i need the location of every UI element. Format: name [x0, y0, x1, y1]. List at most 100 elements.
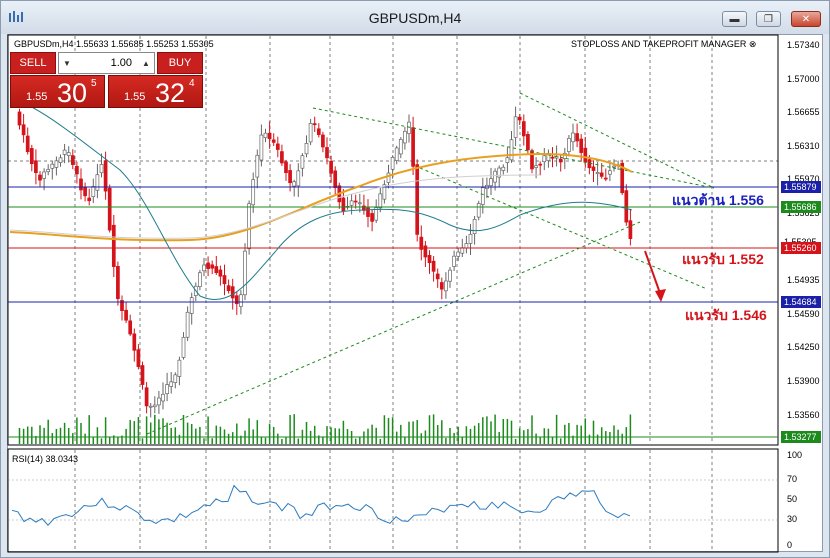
candle-body	[599, 172, 604, 177]
candle-body	[349, 200, 354, 206]
candle-body	[448, 269, 452, 282]
candle-body	[234, 295, 239, 305]
candle-body	[394, 147, 399, 161]
candle-body	[62, 149, 67, 155]
candle-body	[407, 121, 411, 134]
price-axis-label: 1.57000	[787, 73, 820, 84]
candle-body	[198, 272, 202, 287]
candle-body	[251, 179, 256, 206]
candle-body	[370, 213, 374, 222]
candle-body	[169, 381, 174, 387]
candle-body	[136, 349, 141, 367]
candle-body	[357, 202, 362, 205]
sl-tp-manager-label[interactable]: STOPLOSS AND TAKEPROFIT MANAGER ⊗	[571, 39, 756, 50]
candle-body	[70, 155, 75, 165]
candle-body	[284, 161, 288, 174]
trend-line-channel	[419, 167, 708, 290]
candle-body	[177, 359, 182, 377]
lot-increase-icon[interactable]: ▲	[138, 53, 154, 73]
candle-body	[480, 187, 485, 205]
rsi-axis-label: 100	[787, 450, 803, 460]
projection-arrow-line	[644, 250, 662, 297]
candle-body	[304, 142, 309, 155]
candle-body	[165, 384, 169, 394]
candle-body	[17, 111, 22, 126]
price-axis-label: 1.53900	[787, 376, 820, 386]
candle-body	[538, 163, 543, 166]
candle-body	[603, 177, 608, 180]
candle-body	[124, 309, 128, 321]
candle-body	[595, 172, 600, 175]
rsi-axis-label: 50	[787, 494, 798, 504]
lot-value[interactable]: 1.00	[75, 57, 138, 69]
sell-button[interactable]: SELL	[10, 52, 56, 74]
price-axis-label: 1.57340	[787, 40, 820, 50]
rsi-axis-label: 30	[787, 514, 798, 524]
candle-body	[243, 250, 247, 296]
candle-body	[107, 187, 112, 231]
support-low-price-tag: 1.54684	[781, 296, 821, 308]
candle-body	[308, 123, 313, 143]
candle-body	[226, 285, 231, 292]
lot-size-input[interactable]: ▼ 1.00 ▲	[58, 52, 155, 74]
candle-body	[435, 273, 440, 280]
candle-body	[275, 143, 280, 150]
candle-body	[608, 170, 612, 175]
projection-arrow-head	[655, 289, 666, 302]
rsi-axis-label: 0	[787, 540, 793, 550]
trend-line-upper-2	[519, 92, 715, 189]
candle-body	[517, 116, 522, 121]
candle-body	[386, 172, 391, 183]
candle-body	[558, 158, 563, 163]
candle-body	[239, 294, 243, 307]
candle-body	[91, 186, 96, 197]
candle-body	[403, 130, 407, 144]
candle-body	[46, 169, 51, 173]
candle-body	[398, 139, 403, 155]
candle-body	[472, 219, 477, 234]
candle-body	[54, 160, 59, 168]
ask-price-point: 4	[189, 78, 195, 89]
candle-body	[259, 134, 264, 161]
candle-body	[489, 178, 493, 187]
candle-body	[378, 193, 383, 209]
buy-button[interactable]: BUY	[157, 52, 203, 74]
candle-body	[95, 174, 100, 191]
lot-decrease-icon[interactable]: ▼	[59, 53, 75, 73]
candle-body	[116, 266, 120, 299]
support-annotation-1: แนวรับ 1.552	[682, 251, 764, 267]
candle-body	[255, 154, 260, 178]
candle-body	[222, 275, 227, 285]
candle-body	[509, 139, 514, 161]
candle-body	[612, 165, 616, 168]
bid-price-button[interactable]: 1.55 30 5	[10, 75, 105, 108]
candle-body	[83, 187, 87, 197]
candle-body	[189, 297, 194, 314]
support-annotation-2: แนวรับ 1.546	[685, 307, 767, 323]
candle-body	[501, 166, 506, 171]
ask-price-button[interactable]: 1.55 32 4	[108, 75, 203, 108]
candle-body	[468, 233, 473, 244]
candle-body	[263, 132, 268, 139]
candle-body	[476, 203, 481, 218]
trend-line-upper-1	[312, 107, 715, 189]
candle-body	[75, 165, 79, 175]
candle-body	[526, 134, 530, 151]
candle-body	[161, 393, 165, 402]
candle-body	[66, 152, 71, 156]
rsi-indicator-label: RSI(14) 38.0343	[12, 454, 79, 464]
one-click-trade-panel: SELL ▼ 1.00 ▲ BUY 1.55 30 5 1.55 32 4	[10, 52, 203, 108]
candle-body	[571, 132, 575, 143]
candle-body	[333, 170, 338, 189]
candle-body	[42, 171, 46, 179]
candle-body	[312, 123, 317, 126]
candle-body	[521, 121, 526, 137]
candle-body	[575, 133, 579, 142]
symbol-info: GBPUSDm,H4 1.55633 1.55685 1.55253 1.553…	[14, 39, 214, 49]
price-axis-label: 1.54935	[787, 275, 820, 286]
support-price-tag: 1.55260	[781, 242, 821, 254]
candle-body	[411, 127, 415, 167]
candle-body	[452, 255, 456, 267]
candle-body	[128, 320, 133, 335]
candle-body	[25, 135, 30, 153]
